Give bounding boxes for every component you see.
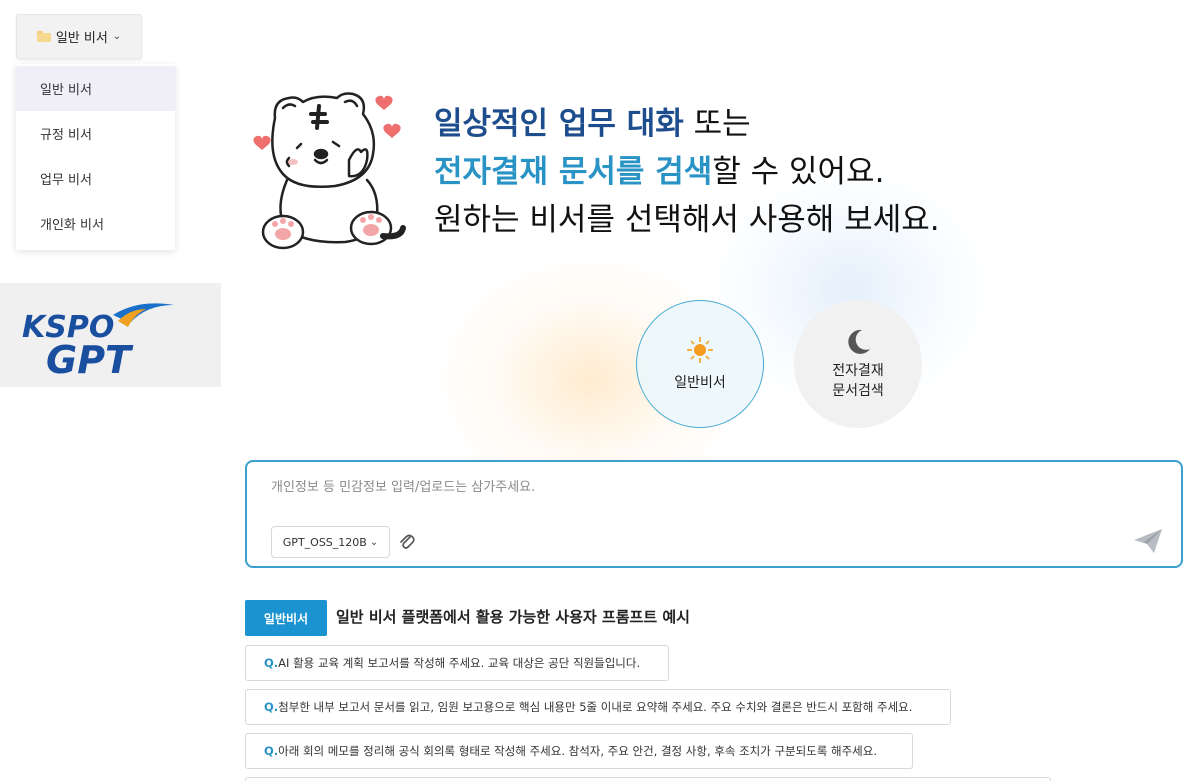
assistant-type-label: 일반 비서 (55, 31, 108, 46)
prompt-example-4-partial[interactable] (245, 777, 1051, 781)
dropdown-item-label: 업무 비서 (40, 173, 92, 188)
assistant-type-dropdown[interactable]: 일반 비서 ⌄ (16, 14, 142, 59)
dropdown-item-label: 규정 비서 (40, 128, 92, 143)
folder-icon (36, 31, 51, 42)
mode-general-label: 일반비서 (674, 375, 726, 391)
prompt-example-2[interactable]: Q. 첨부한 내부 보고서 문서를 읽고, 임원 보고용으로 핵심 내용만 5줄 … (245, 689, 951, 725)
question-prefix: Q. (264, 656, 279, 670)
question-prefix: Q. (264, 700, 279, 714)
mode-approval-label-line1: 전자결재 (832, 363, 884, 379)
hero-line-3: 원하는 비서를 선택해서 사용해 보세요. (434, 202, 940, 238)
hero-highlight-doc-search: 전자결재 문서를 검색 (434, 154, 713, 190)
hero-text-or: 또는 (683, 106, 751, 142)
sun-icon (687, 337, 713, 363)
examples-section-title: 일반 비서 플랫폼에서 활용 가능한 사용자 프롬프트 예시 (336, 608, 690, 626)
dropdown-item-personal[interactable]: 개인화 비서 (16, 201, 175, 246)
paperclip-icon[interactable] (398, 533, 416, 551)
mode-approval-label-line2: 문서검색 (832, 383, 884, 399)
hero-line-2: 전자결재 문서를 검색할 수 있어요. (434, 148, 1134, 196)
hero-heading: 일상적인 업무 대화 또는 전자결재 문서를 검색할 수 있어요. 원하는 비서… (434, 100, 1134, 244)
question-prefix: Q. (264, 744, 279, 758)
dropdown-item-general[interactable]: 일반 비서 (16, 66, 175, 111)
kspo-gpt-logo: KSPO GPT (0, 283, 221, 387)
mode-general-assistant-button[interactable]: 일반비서 (636, 300, 764, 428)
chevron-down-icon: ⌄ (369, 536, 379, 548)
examples-category-badge: 일반비서 (245, 600, 327, 636)
dropdown-item-label: 일반 비서 (40, 83, 92, 98)
chat-composer: GPT_OSS_120B ⌄ (245, 460, 1183, 568)
moon-icon (848, 329, 870, 354)
send-icon[interactable] (1133, 528, 1163, 554)
chevron-down-icon: ⌄ (112, 31, 122, 42)
logo-line2: GPT (46, 338, 134, 379)
prompt-example-3[interactable]: Q. 아래 회의 메모를 정리해 공식 회의록 형태로 작성해 주세요. 참석자,… (245, 733, 913, 769)
mode-approval-search-button[interactable]: 전자결재 문서검색 (794, 300, 922, 428)
model-select-dropdown[interactable]: GPT_OSS_120B ⌄ (271, 526, 390, 558)
dropdown-item-work[interactable]: 업무 비서 (16, 156, 175, 201)
dropdown-item-regulation[interactable]: 규정 비서 (16, 111, 175, 156)
model-select-value: GPT_OSS_120B (282, 535, 367, 549)
prompt-example-1[interactable]: Q. AI 활용 교육 계획 보고서를 작성해 주세요. 교육 대상은 공단 직원… (245, 645, 669, 681)
dropdown-item-label: 개인화 비서 (40, 218, 104, 233)
prompt-example-text: AI 활용 교육 계획 보고서를 작성해 주세요. 교육 대상은 공단 직원들입… (278, 656, 641, 670)
hero-text-can: 할 수 있어요. (712, 154, 885, 190)
prompt-example-text: 첨부한 내부 보고서 문서를 읽고, 임원 보고용으로 핵심 내용만 5줄 이내… (278, 700, 913, 714)
assistant-dropdown-menu: 일반 비서 규정 비서 업무 비서 개인화 비서 (16, 64, 175, 250)
chat-message-input[interactable] (271, 476, 1091, 498)
hero-line-1: 일상적인 업무 대화 또는 (434, 100, 1134, 148)
prompt-example-text: 아래 회의 메모를 정리해 공식 회의록 형태로 작성해 주세요. 참석자, 주… (278, 744, 877, 758)
tiger-mascot-illustration (253, 92, 406, 250)
logo-mark: KSPO GPT (22, 303, 174, 379)
hero-highlight-work-chat: 일상적인 업무 대화 (434, 106, 684, 142)
